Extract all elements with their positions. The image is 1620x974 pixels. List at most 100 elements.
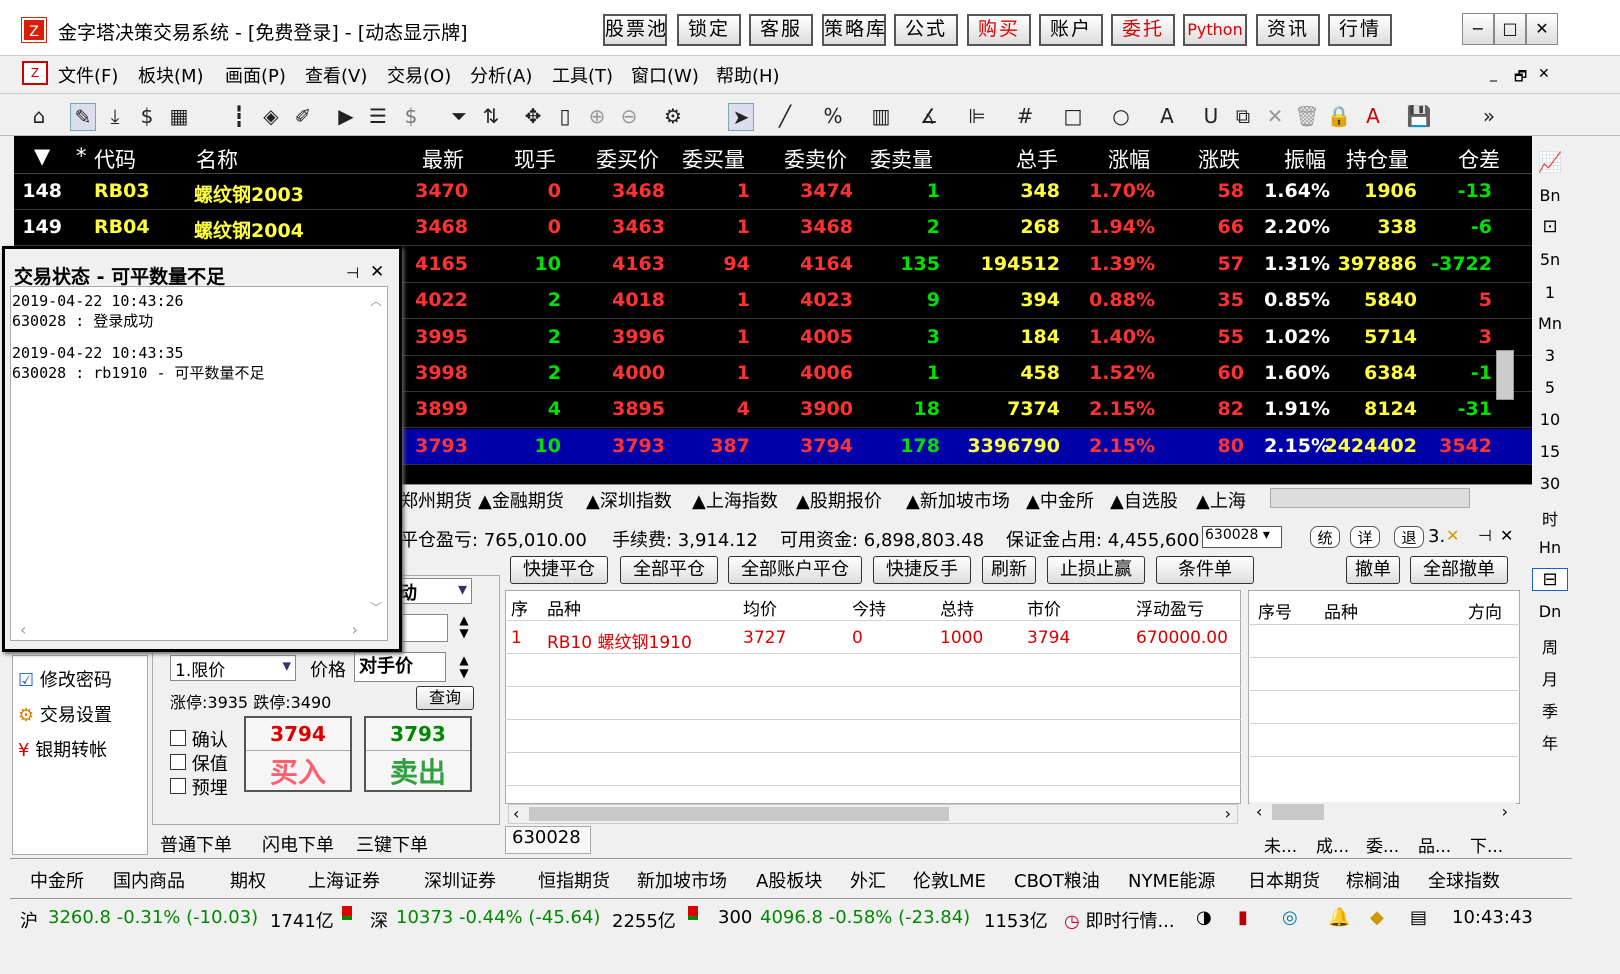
quote-cell-ask[interactable]: 3794 [800, 435, 853, 457]
quote-cell-ask[interactable]: 3468 [800, 216, 853, 238]
account-button[interactable]: 账户 [1039, 14, 1103, 46]
zoom-out-icon[interactable]: ⊖ [616, 103, 642, 129]
ord-tab-symbol[interactable]: 品... [1418, 832, 1451, 857]
quote-cell-code[interactable]: RB04 [94, 216, 150, 238]
quote-cell-askv[interactable]: 2 [927, 216, 940, 238]
period-mn[interactable]: Mn [1532, 314, 1568, 333]
quote-cell-amp[interactable]: 1.02% [1264, 326, 1330, 348]
refresh-money-icon[interactable]: $ [134, 103, 160, 129]
stats-button[interactable]: 统 [1310, 526, 1340, 548]
mdi-minimize-button[interactable]: _ [1490, 66, 1497, 82]
quote-cell-amp[interactable]: 2.20% [1264, 216, 1330, 238]
quote-cell-last[interactable]: 3995 [415, 326, 468, 348]
quote-cell-cur[interactable]: 10 [535, 435, 561, 457]
quote-cell-chg[interactable]: 1.39% [1089, 253, 1155, 275]
header-bid[interactable]: 委买价 [596, 144, 659, 174]
market-cffex[interactable]: 中金所 [30, 867, 84, 893]
mdi-close-button[interactable]: ✕ [1538, 66, 1550, 82]
ord-tab-more[interactable]: 下... [1470, 832, 1503, 857]
quote-cell-bid[interactable]: 3463 [612, 216, 665, 238]
quote-cell-ask[interactable]: 4164 [800, 253, 853, 275]
period-dn[interactable]: Dn [1532, 602, 1568, 621]
tab-financial-futures[interactable]: ▲金融期货 [478, 487, 564, 513]
quote-cell-chg[interactable]: 1.40% [1089, 326, 1155, 348]
quote-cell-oid[interactable]: -6 [1471, 216, 1492, 238]
quote-cell-bid[interactable]: 3468 [612, 180, 665, 202]
quote-cell-oid[interactable]: 5 [1479, 289, 1492, 311]
quote-cell-cur[interactable]: 0 [548, 216, 561, 238]
news-button[interactable]: 资讯 [1256, 14, 1320, 46]
pos-cell-avg[interactable]: 3727 [743, 628, 786, 648]
period-1[interactable]: 1 [1532, 283, 1568, 302]
lock-icon[interactable]: 🔒 [1326, 103, 1352, 129]
cancel-order-button[interactable]: 撤单 [1346, 556, 1400, 584]
grid-layout-icon[interactable]: ▦ [166, 103, 192, 129]
sell-button[interactable]: 3793 卖出 [364, 716, 472, 792]
market-global-indices[interactable]: 全球指数 [1428, 867, 1500, 893]
home-icon[interactable]: ⌂ [26, 103, 52, 129]
quote-cell-diff[interactable]: 35 [1218, 289, 1244, 311]
quote-cell-bid[interactable]: 4000 [612, 362, 665, 384]
quote-cell-bid[interactable]: 3996 [612, 326, 665, 348]
market-japan[interactable]: 日本期货 [1248, 867, 1320, 893]
tab-zhengzhou-futures[interactable]: 郑州期货 [400, 487, 472, 513]
download-icon[interactable]: ⤓ [102, 103, 128, 129]
line-chart-icon[interactable]: 📈 [1532, 150, 1568, 174]
period-10[interactable]: 10 [1532, 410, 1568, 429]
popup-pin-icon[interactable]: ⊣ [346, 264, 359, 282]
diamond-icon[interactable]: ◈ [258, 103, 284, 129]
pos-cell-market[interactable]: 3794 [1027, 628, 1070, 648]
header-ask[interactable]: 委卖价 [784, 144, 847, 174]
quote-cell-vol[interactable]: 3396790 [967, 435, 1060, 457]
quote-cell-amp[interactable]: 1.64% [1264, 180, 1330, 202]
popup-vscroll[interactable]: ︿ ﹀ [366, 292, 386, 622]
quote-cell-idx[interactable]: 149 [22, 216, 62, 238]
header-ask-vol[interactable]: 委卖量 [870, 144, 933, 174]
quote-cell-name[interactable]: 螺纹钢2003 [194, 180, 304, 207]
play-icon[interactable]: ▶ [333, 103, 359, 129]
quote-cell-chg[interactable]: 1.70% [1089, 180, 1155, 202]
stop-loss-button[interactable]: 止损止赢 [1047, 556, 1145, 584]
menu-view[interactable]: 查看(V) [305, 62, 367, 88]
text-tool-icon[interactable]: A [1154, 103, 1180, 129]
database-icon[interactable]: ▮ [1238, 907, 1248, 928]
close-button[interactable]: ✕ [1526, 13, 1558, 45]
quote-cell-ask[interactable]: 3474 [800, 180, 853, 202]
detail-button[interactable]: 详 [1350, 526, 1380, 548]
quote-cell-bid[interactable]: 3793 [612, 435, 665, 457]
quote-cell-last[interactable]: 4022 [415, 289, 468, 311]
quote-cell-bidv[interactable]: 1 [737, 326, 750, 348]
account-select[interactable]: 630028 ▾ [1202, 526, 1282, 548]
filter-icon[interactable]: ⏷ [446, 103, 472, 129]
quote-cell-chg[interactable]: 2.15% [1089, 398, 1155, 420]
tab-watchlist[interactable]: ▲自选股 [1110, 487, 1178, 513]
line-tool-icon[interactable]: ╱ [772, 103, 798, 129]
tab-flash-order[interactable]: 闪电下单 [262, 831, 334, 857]
tab-cffex[interactable]: ▲中金所 [1026, 487, 1094, 513]
market-singapore[interactable]: 新加坡市场 [637, 867, 727, 893]
quote-cell-oid[interactable]: -1 [1471, 362, 1492, 384]
grid-tool-icon[interactable]: # [1012, 103, 1038, 129]
market-lme[interactable]: 伦敦LME [913, 867, 986, 893]
quote-cell-ask[interactable]: 4005 [800, 326, 853, 348]
preset-checkbox[interactable]: 预埋 [170, 774, 228, 800]
sort-icon[interactable]: ⇅ [478, 103, 504, 129]
header-bid-vol[interactable]: 委买量 [682, 144, 745, 174]
quote-cell-oid[interactable]: -31 [1458, 398, 1492, 420]
quote-cell-diff[interactable]: 58 [1218, 180, 1244, 202]
toolbar-overflow-icon[interactable]: » [1476, 103, 1502, 129]
quote-cell-cur[interactable]: 4 [548, 398, 561, 420]
quote-vscroll-thumb[interactable] [1496, 350, 1514, 400]
maximize-button[interactable]: □ [1494, 13, 1526, 45]
sz-index[interactable]: 10373 -0.44% (-45.64) [396, 907, 600, 928]
sheet-scrollbar[interactable] [1270, 488, 1470, 508]
period-30[interactable]: 30 [1532, 474, 1568, 493]
bank-transfer-link[interactable]: ¥ 银期转帐 [18, 736, 107, 762]
popup-hscroll[interactable]: ‹ › [14, 620, 364, 640]
python-button[interactable]: Python [1183, 14, 1247, 46]
quote-cell-amp[interactable]: 1.31% [1264, 253, 1330, 275]
period-month[interactable]: 月 [1532, 666, 1568, 690]
menu-view-canvas[interactable]: 画面(P) [225, 62, 286, 88]
header-change[interactable]: 涨跌 [1198, 144, 1240, 174]
quote-cell-last[interactable]: 3793 [415, 435, 468, 457]
